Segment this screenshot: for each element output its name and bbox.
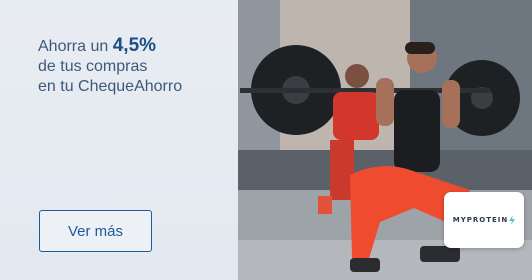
discount-percentage: 4,5% xyxy=(112,35,157,56)
headline-line-3: en tu ChequeAhorro xyxy=(38,78,183,95)
headline-prefix: Ahorra un xyxy=(38,38,113,55)
headline-line-2: de tus compras xyxy=(38,58,148,75)
brand-logo: MYPROTEIN xyxy=(452,216,509,224)
promo-headline: Ahorra un 4,5% de tus compras en tu Cheq… xyxy=(38,36,228,97)
ver-mas-button[interactable]: Ver más xyxy=(39,210,152,252)
promo-banner[interactable]: Ahorra un 4,5% de tus compras en tu Cheq… xyxy=(0,0,532,280)
headline-line-1: Ahorra un 4,5% xyxy=(38,36,228,57)
lightning-icon xyxy=(509,215,516,225)
promo-panel: Ahorra un 4,5% de tus compras en tu Cheq… xyxy=(0,0,238,280)
myprotein-logo-card: MYPROTEIN xyxy=(444,192,524,248)
